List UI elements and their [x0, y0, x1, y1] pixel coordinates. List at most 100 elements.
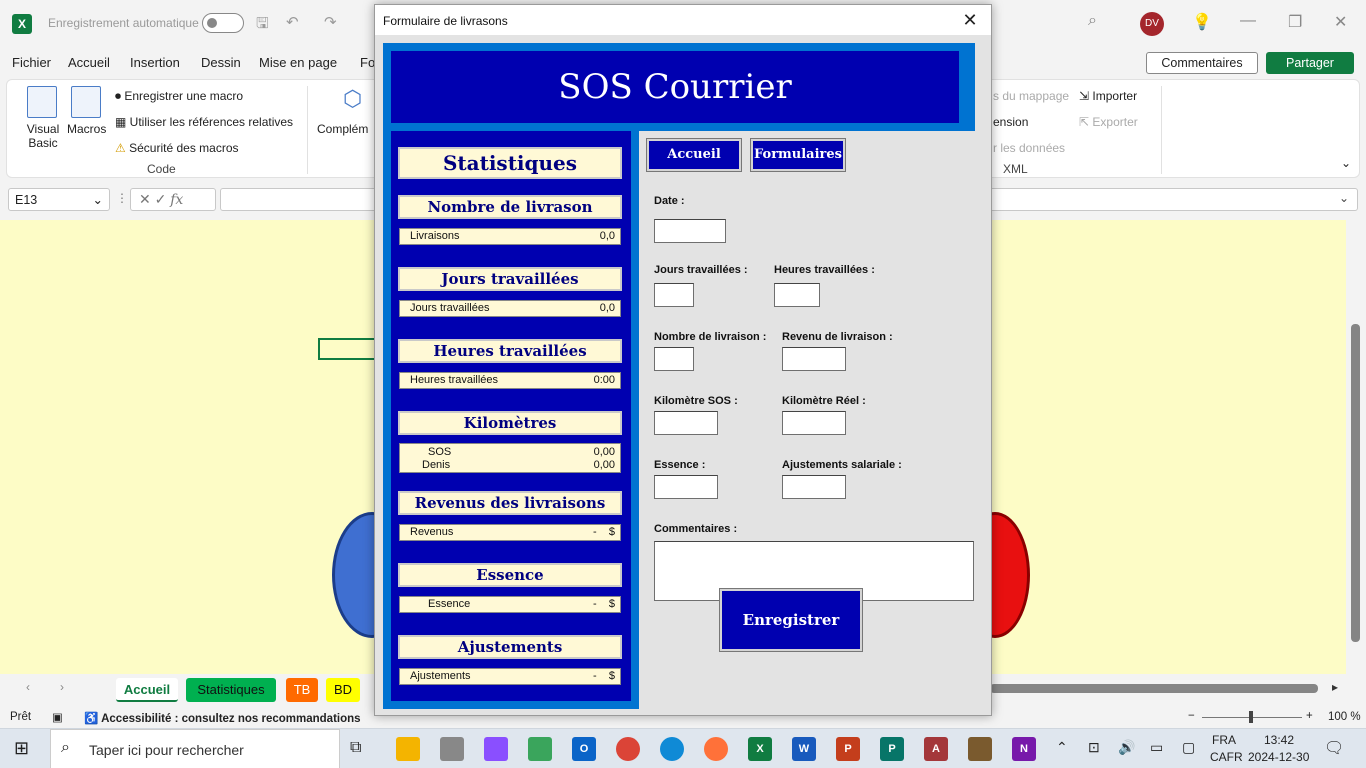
refresh-data-button[interactable]: r les données [993, 141, 1065, 155]
restore-icon[interactable]: ❐ [1288, 12, 1302, 32]
sheet-tab-accueil[interactable]: Accueil [116, 678, 178, 702]
language-indicator[interactable]: FRA [1212, 733, 1236, 747]
close-icon[interactable]: ✕ [957, 9, 983, 31]
search-icon[interactable]: ⌕ [1088, 12, 1097, 30]
tab-file[interactable]: Fichier [12, 55, 51, 70]
task-view-icon[interactable]: ⧉ [350, 739, 361, 757]
name-box[interactable]: E13 ⌄ [8, 188, 110, 211]
lightbulb-icon[interactable]: 💡 [1192, 12, 1212, 32]
forms-button[interactable]: Formulaires [750, 138, 846, 172]
clock-time[interactable]: 13:42 [1264, 733, 1294, 747]
edge-icon[interactable] [660, 737, 684, 761]
scroll-right-arrow-icon[interactable]: ▸ [1332, 680, 1338, 694]
comments-button[interactable]: Commentaires [1146, 52, 1258, 74]
display-icon[interactable]: ▢ [1182, 739, 1195, 756]
share-button[interactable]: Partager [1266, 52, 1354, 74]
delivery-revenue-input[interactable] [782, 347, 846, 371]
vertical-scroll-thumb[interactable] [1351, 324, 1360, 642]
powerpoint-icon[interactable]: P [836, 737, 860, 761]
outlook-icon[interactable]: O [572, 737, 596, 761]
accessibility-status[interactable]: ♿ Accessibilité : consultez nos recomman… [84, 711, 361, 725]
volume-icon[interactable]: 🔊 [1118, 739, 1135, 756]
home-button[interactable]: Accueil [646, 138, 742, 172]
macros-button[interactable]: Macros [67, 122, 106, 136]
macro-security-button[interactable]: ⚠ Sécurité des macros [115, 141, 239, 155]
userform-title-bar[interactable]: Formulaire de livrasons ✕ [375, 5, 991, 35]
addins-button[interactable]: Complém [317, 122, 368, 136]
avatar[interactable]: DV [1140, 12, 1164, 36]
tab-formulas[interactable]: Fo [360, 55, 375, 70]
hours-worked-input[interactable] [774, 283, 820, 307]
zoom-slider-thumb[interactable] [1249, 711, 1253, 723]
macro-record-icon[interactable]: ▣ [52, 710, 63, 724]
dosbox-icon[interactable] [968, 737, 992, 761]
adjustments-stat: Ajustements - $ [399, 668, 621, 685]
scroll-left-icon[interactable]: ‹ [26, 680, 30, 694]
save-button[interactable]: Enregistrer [719, 588, 863, 652]
kilometers-heading: Kilomètres [398, 411, 622, 435]
sheet-tab-statistiques[interactable]: Statistiques [186, 678, 276, 702]
fuel-input[interactable] [654, 475, 718, 499]
keyboard-layout[interactable]: CAFR [1210, 750, 1243, 764]
save-icon[interactable]: 🖫 [256, 13, 269, 38]
mapping-properties-button[interactable]: s du mappage [993, 89, 1069, 103]
minimize-icon[interactable]: — [1240, 12, 1256, 30]
chrome-icon[interactable] [616, 737, 640, 761]
tab-insert[interactable]: Insertion [130, 55, 180, 70]
access-icon[interactable]: A [924, 737, 948, 761]
userform-title: Formulaire de livrasons [383, 14, 508, 28]
redo-icon[interactable]: ↷ [324, 13, 337, 31]
tab-home[interactable]: Accueil [68, 55, 110, 70]
chevron-up-icon[interactable]: ⌃ [1056, 739, 1068, 756]
tab-draw[interactable]: Dessin [201, 55, 241, 70]
onenote-icon[interactable]: N [1012, 737, 1036, 761]
extension-packs-button[interactable]: ension [993, 115, 1028, 129]
zoom-in-icon[interactable]: + [1306, 710, 1313, 722]
export-button[interactable]: ⇱ Exporter [1079, 115, 1138, 129]
days-worked-input[interactable] [654, 283, 694, 307]
record-macro-button[interactable]: ⏺ Enregistrer une macro [115, 89, 243, 104]
km-real-input[interactable] [782, 411, 846, 435]
taskbar-search[interactable]: ⌕ Taper ici pour rechercher [50, 729, 340, 768]
selected-cell[interactable] [318, 338, 378, 360]
network-icon[interactable]: ⊡ [1088, 739, 1100, 756]
sheet-tab-tb[interactable]: TB [286, 678, 318, 702]
autosave-toggle[interactable] [202, 13, 244, 33]
visual-basic-button[interactable]: Visual Basic [23, 122, 63, 150]
km-sos-input[interactable] [654, 411, 718, 435]
enter-icon[interactable]: ✓ [155, 191, 167, 207]
word-icon[interactable]: W [792, 737, 816, 761]
relative-refs-button[interactable]: ▦ Utiliser les références relatives [115, 115, 293, 129]
zoom-level[interactable]: 100 % [1328, 711, 1361, 723]
file-explorer-icon[interactable] [396, 737, 420, 761]
app-icon[interactable] [528, 737, 552, 761]
deliveries-count-input[interactable] [654, 347, 694, 371]
clock-date[interactable]: 2024-12-30 [1248, 750, 1309, 764]
stat-label: Livraisons [410, 230, 460, 242]
import-button[interactable]: ⇲ Importer [1079, 89, 1137, 103]
windows-start-icon[interactable]: ⊞ [14, 738, 29, 759]
scroll-right-icon[interactable]: › [60, 680, 64, 694]
deliveries-count-label: Nombre de livraison : [654, 331, 767, 343]
salary-adjust-input[interactable] [782, 475, 846, 499]
tab-layout[interactable]: Mise en page [259, 55, 337, 70]
publisher-icon[interactable]: P [880, 737, 904, 761]
ribbon-separator [307, 86, 308, 174]
app-icon[interactable] [440, 737, 464, 761]
undo-icon[interactable]: ↶ [286, 13, 299, 31]
sheet-tab-bd[interactable]: BD [326, 678, 360, 702]
excel-icon[interactable]: X [748, 737, 772, 761]
date-input[interactable] [654, 219, 726, 243]
fx-icon[interactable]: fx [170, 192, 183, 208]
chevron-down-icon[interactable]: ⌄ [1339, 191, 1349, 205]
battery-icon[interactable]: ▭ [1150, 739, 1163, 756]
ribbon-separator [1161, 86, 1162, 174]
copilot-icon[interactable] [484, 737, 508, 761]
notification-icon[interactable]: 🗨 [1324, 738, 1344, 758]
collapse-ribbon-icon[interactable]: ⌄ [1341, 156, 1351, 170]
zoom-out-icon[interactable]: − [1188, 710, 1195, 722]
close-icon[interactable]: ✕ [1334, 12, 1347, 32]
firefox-icon[interactable] [704, 737, 728, 761]
cancel-icon[interactable]: ✕ [139, 191, 151, 207]
horizontal-scroll-thumb[interactable] [990, 684, 1318, 693]
